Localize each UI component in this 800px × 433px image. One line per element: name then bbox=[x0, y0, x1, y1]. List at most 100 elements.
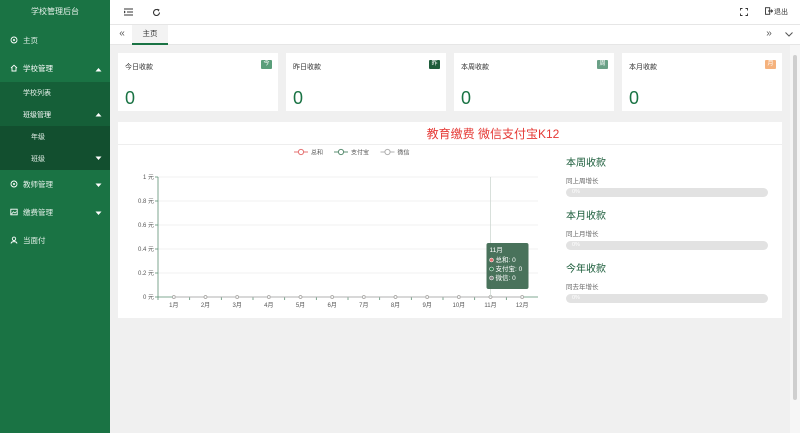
chevron-up-icon bbox=[95, 112, 102, 119]
school-submenu: 学校列表 班级管理 年级 班级 bbox=[0, 82, 110, 170]
x-tick-label: 12月 bbox=[516, 302, 529, 309]
divider bbox=[118, 144, 782, 145]
card-value: 0 bbox=[125, 88, 136, 108]
tab-menu-chevron-down-icon[interactable] bbox=[782, 29, 796, 40]
x-tick-label: 2月 bbox=[201, 302, 210, 309]
tab-bar: « 主页 » bbox=[110, 25, 800, 45]
progress-label: 0% bbox=[572, 189, 580, 195]
progress-label: 0% bbox=[572, 242, 580, 248]
progress-bar: 0% bbox=[566, 241, 768, 250]
stat-subtitle: 同上周增长 bbox=[566, 178, 599, 185]
data-point bbox=[235, 295, 239, 299]
y-tick-label: 0.4 元 bbox=[138, 246, 154, 253]
card-badge: 月 bbox=[765, 60, 776, 69]
stat-subtitle: 同去年增长 bbox=[566, 284, 599, 291]
card-value: 0 bbox=[293, 88, 304, 108]
y-tick-label: 0.6 元 bbox=[138, 222, 154, 229]
stat-week: 本周收款 同上周增长 0% bbox=[566, 154, 770, 197]
top-bar: 退出 bbox=[110, 0, 800, 25]
page-scrollbar[interactable] bbox=[790, 45, 800, 433]
legend-label: 总和 bbox=[311, 149, 323, 157]
sidebar-item-facepay[interactable]: 当面付 bbox=[0, 226, 110, 254]
tooltip-row: 总和: 0 bbox=[496, 255, 517, 264]
sidebar-item-label: 学校列表 bbox=[23, 90, 51, 97]
sidebar-item-label: 学校管理 bbox=[23, 63, 53, 73]
tab-scroll-left-icon[interactable]: « bbox=[115, 28, 129, 39]
stat-title: 今年收款 bbox=[566, 264, 606, 275]
tooltip-row: 支付宝: 0 bbox=[496, 264, 523, 273]
tooltip-marker bbox=[489, 266, 494, 272]
x-tick-label: 9月 bbox=[422, 302, 431, 309]
stat-title: 本月收款 bbox=[566, 211, 606, 222]
chevron-down-icon bbox=[95, 209, 102, 218]
card-title: 本周收款 bbox=[461, 64, 489, 71]
sidebar-item-label: 班级管理 bbox=[23, 112, 51, 119]
sidebar-item-label: 缴费管理 bbox=[23, 207, 53, 217]
sidebar-item-home[interactable]: 主页 bbox=[0, 26, 110, 54]
legend-marker bbox=[337, 148, 345, 156]
card-badge: 今 bbox=[261, 60, 272, 69]
progress-label: 0% bbox=[572, 295, 580, 301]
chevron-down-icon bbox=[95, 156, 102, 163]
card-yesterday: 昨日收款 昨 0 bbox=[286, 53, 446, 111]
logout-label: 退出 bbox=[774, 9, 788, 16]
payment-panel: 教育缴费 微信支付宝K12 总和 支付宝 微信 0 元 0.2 元 0.4 元 0.6 元… bbox=[118, 122, 782, 318]
menu-toggle-icon[interactable] bbox=[122, 6, 134, 18]
home-icon bbox=[9, 64, 18, 73]
card-title: 今日收款 bbox=[125, 64, 153, 71]
card-title: 本月收款 bbox=[629, 64, 657, 71]
user-icon bbox=[9, 236, 18, 245]
y-tick-label: 1 元 bbox=[143, 174, 154, 181]
legend-label: 支付宝 bbox=[351, 149, 369, 157]
scrollbar-thumb[interactable] bbox=[793, 55, 797, 400]
card-today: 今日收款 今 0 bbox=[118, 53, 278, 111]
payment-line-chart[interactable]: 总和 支付宝 微信 0 元 0.2 元 0.4 元 0.6 元 0.8 元 1 元 1月 2月 3… bbox=[118, 146, 558, 316]
progress-bar: 0% bbox=[566, 188, 768, 197]
sidebar-item-class[interactable]: 班级 bbox=[0, 148, 110, 170]
sidebar-item-grade[interactable]: 年级 bbox=[0, 126, 110, 148]
stat-title: 本周收款 bbox=[566, 158, 606, 169]
x-tick-label: 7月 bbox=[359, 302, 368, 309]
sidebar-item-teacher[interactable]: 教师管理 bbox=[0, 170, 110, 198]
data-point bbox=[203, 295, 208, 299]
image-icon bbox=[9, 208, 18, 217]
card-title: 昨日收款 bbox=[293, 64, 321, 71]
sidebar-item-school-list[interactable]: 学校列表 bbox=[0, 82, 110, 104]
sidebar: 学校管理后台 主页 学校管理 学校列表 班级管理 年级 班级 教师管理 缴费管理… bbox=[0, 0, 110, 433]
tooltip-marker bbox=[489, 257, 494, 263]
data-point bbox=[330, 295, 334, 299]
tooltip-row: 微信: 0 bbox=[496, 273, 517, 282]
card-month: 本月收款 月 0 bbox=[622, 53, 782, 111]
card-value: 0 bbox=[461, 88, 472, 108]
chevron-down-icon bbox=[95, 181, 102, 190]
logout-button[interactable]: 退出 bbox=[765, 7, 788, 17]
app-title: 学校管理后台 bbox=[31, 7, 79, 16]
fullscreen-icon[interactable] bbox=[738, 6, 750, 18]
data-point bbox=[298, 295, 303, 299]
panel-title: 教育缴费 微信支付宝K12 bbox=[426, 127, 560, 141]
x-tick-label: 1月 bbox=[169, 302, 178, 309]
stat-subtitle: 同上月增长 bbox=[566, 231, 599, 238]
x-tick-label: 10月 bbox=[452, 302, 465, 309]
x-tick-label: 8月 bbox=[391, 302, 400, 309]
tab-home[interactable]: 主页 bbox=[132, 25, 168, 45]
legend-label: 微信 bbox=[398, 149, 410, 157]
main-content: 今日收款 今 0 昨日收款 昨 0 本周收款 周 0 本月收款 月 0 教育缴费… bbox=[110, 45, 790, 433]
card-value: 0 bbox=[629, 88, 640, 108]
chevron-up-icon bbox=[95, 65, 102, 74]
x-tick-label: 11月 bbox=[484, 302, 496, 309]
legend-marker bbox=[297, 148, 305, 156]
x-tick-label: 6月 bbox=[327, 302, 336, 309]
sidebar-item-school[interactable]: 学校管理 bbox=[0, 54, 110, 82]
tab-scroll-right-icon[interactable]: » bbox=[762, 28, 776, 39]
tooltip-title: 11月 bbox=[490, 246, 503, 254]
refresh-icon[interactable] bbox=[150, 6, 162, 18]
sidebar-item-label: 年级 bbox=[31, 134, 45, 141]
card-week: 本周收款 周 0 bbox=[454, 53, 614, 111]
sidebar-item-label: 主页 bbox=[23, 35, 38, 45]
sidebar-item-payment[interactable]: 缴费管理 bbox=[0, 198, 110, 226]
y-tick-label: 0.8 元 bbox=[138, 198, 154, 205]
data-point bbox=[393, 295, 398, 299]
progress-bar: 0% bbox=[566, 294, 768, 303]
sidebar-item-class-mgmt[interactable]: 班级管理 bbox=[0, 104, 110, 126]
